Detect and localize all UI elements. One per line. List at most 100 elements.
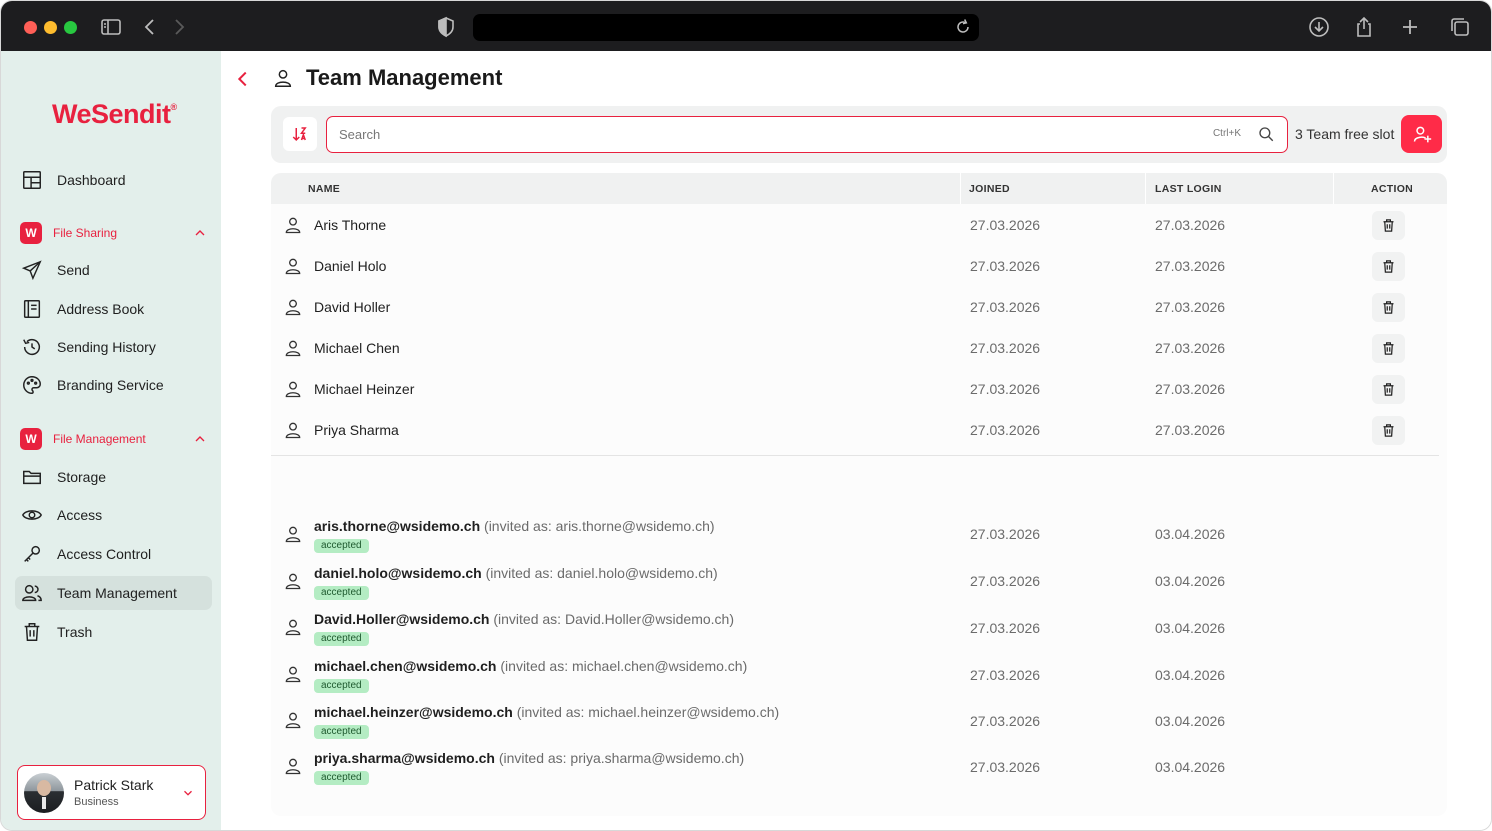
table-row[interactable]: Aris Thorne 27.03.2026 27.03.2026 xyxy=(271,211,1447,251)
address-bar[interactable] xyxy=(473,14,979,41)
sidebar-item-send[interactable]: Send xyxy=(15,253,212,287)
sidebar-item-team-management[interactable]: Team Management xyxy=(15,576,212,610)
joined-date: 27.03.2026 xyxy=(970,217,1041,233)
sidebar-item-sending-history[interactable]: Sending History xyxy=(15,330,212,364)
invite-email: michael.chen@wsidemo.ch xyxy=(314,658,497,674)
column-divider xyxy=(1333,173,1334,204)
new-tab-icon[interactable] xyxy=(1398,15,1422,39)
address-book-icon xyxy=(20,297,44,321)
trash-icon xyxy=(1383,260,1394,273)
wesendit-logo[interactable]: WeSendit® xyxy=(52,99,177,130)
trash-icon xyxy=(1383,301,1394,314)
column-header-last-login[interactable]: LAST LOGIN xyxy=(1155,183,1222,195)
table-row[interactable]: David Holler 27.03.2026 27.03.2026 xyxy=(271,293,1447,333)
tabs-overview-icon[interactable] xyxy=(1448,15,1472,39)
close-window-button[interactable] xyxy=(24,21,37,34)
delete-member-button[interactable] xyxy=(1372,416,1405,445)
user-icon xyxy=(285,340,301,357)
invite-row[interactable]: David.Holler@wsidemo.ch (invited as: Dav… xyxy=(271,611,1447,651)
last-login-date: 03.04.2026 xyxy=(1155,526,1226,542)
sidebar-item-label: Sending History xyxy=(57,339,156,355)
last-login-date: 27.03.2026 xyxy=(1155,340,1226,356)
chevron-down-icon[interactable] xyxy=(181,786,195,800)
sort-icon xyxy=(292,127,307,142)
user-icon xyxy=(285,573,301,590)
search-icon[interactable] xyxy=(1257,125,1275,143)
sidebar: WeSendit® Dashboard W File Sharing Send … xyxy=(1,51,221,830)
palette-icon xyxy=(20,373,44,397)
invite-email: daniel.holo@wsidemo.ch xyxy=(314,565,482,581)
shield-icon[interactable] xyxy=(434,15,458,39)
chevron-up-icon[interactable] xyxy=(192,225,208,241)
invited-as-text: (invited as: David.Holler@wsidemo.ch) xyxy=(493,611,734,627)
folder-icon xyxy=(20,465,44,489)
column-header-joined[interactable]: JOINED xyxy=(969,183,1010,195)
column-divider xyxy=(1145,173,1146,204)
back-arrow-icon[interactable] xyxy=(232,68,254,90)
table-row[interactable]: Michael Heinzer 27.03.2026 27.03.2026 xyxy=(271,375,1447,415)
reload-icon[interactable] xyxy=(953,17,973,37)
last-login-date: 03.04.2026 xyxy=(1155,573,1226,589)
search-input[interactable] xyxy=(339,125,1159,143)
table-row[interactable]: Daniel Holo 27.03.2026 27.03.2026 xyxy=(271,252,1447,292)
send-icon xyxy=(20,258,44,282)
sidebar-item-access-control[interactable]: Access Control xyxy=(15,537,212,571)
sidebar-item-storage[interactable]: Storage xyxy=(15,460,212,494)
user-icon xyxy=(285,619,301,636)
invite-row[interactable]: daniel.holo@wsidemo.ch (invited as: dani… xyxy=(271,565,1447,605)
sidebar-item-branding-service[interactable]: Branding Service xyxy=(15,368,212,402)
maximize-window-button[interactable] xyxy=(64,21,77,34)
team-table: NAME JOINED LAST LOGIN ACTION Aris Thorn… xyxy=(271,173,1447,816)
sidebar-item-label: Team Management xyxy=(57,585,177,601)
delete-member-button[interactable] xyxy=(1372,293,1405,322)
table-row[interactable]: Priya Sharma 27.03.2026 27.03.2026 xyxy=(271,416,1447,456)
delete-member-button[interactable] xyxy=(1372,252,1405,281)
free-slot-count: 3 Team free slot xyxy=(1295,126,1395,142)
last-login-date: 03.04.2026 xyxy=(1155,759,1226,775)
joined-date: 27.03.2026 xyxy=(970,759,1041,775)
back-icon[interactable] xyxy=(138,15,162,39)
wesendit-badge-icon: W xyxy=(20,222,42,244)
sidebar-item-label: Send xyxy=(57,262,90,278)
history-icon xyxy=(20,335,44,359)
member-name: David Holler xyxy=(314,299,391,315)
last-login-date: 03.04.2026 xyxy=(1155,713,1226,729)
user-account-menu[interactable]: Patrick Stark Business xyxy=(17,765,206,820)
section-file-management[interactable]: W File Management xyxy=(15,426,212,452)
sidebar-item-address-book[interactable]: Address Book xyxy=(15,292,212,326)
sidebar-toggle-icon[interactable] xyxy=(99,15,123,39)
status-badge: accepted xyxy=(314,586,369,600)
joined-date: 27.03.2026 xyxy=(970,340,1041,356)
status-badge: accepted xyxy=(314,539,369,553)
joined-date: 27.03.2026 xyxy=(970,713,1041,729)
add-user-button[interactable] xyxy=(1401,115,1442,153)
dashboard-icon xyxy=(20,168,44,192)
section-file-sharing[interactable]: W File Sharing xyxy=(15,220,212,246)
sidebar-item-dashboard[interactable]: Dashboard xyxy=(15,163,212,197)
joined-date: 27.03.2026 xyxy=(970,258,1041,274)
trash-icon xyxy=(1383,219,1394,232)
table-row[interactable]: Michael Chen 27.03.2026 27.03.2026 xyxy=(271,334,1447,374)
sidebar-item-label: Storage xyxy=(57,469,107,485)
invite-row[interactable]: priya.sharma@wsidemo.ch (invited as: pri… xyxy=(271,750,1447,790)
invite-row[interactable]: michael.heinzer@wsidemo.ch (invited as: … xyxy=(271,704,1447,744)
delete-member-button[interactable] xyxy=(1372,375,1405,404)
user-name: Patrick Stark xyxy=(74,777,154,793)
delete-member-button[interactable] xyxy=(1372,334,1405,363)
chevron-up-icon[interactable] xyxy=(192,431,208,447)
invite-email: michael.heinzer@wsidemo.ch xyxy=(314,704,513,720)
invite-row[interactable]: michael.chen@wsidemo.ch (invited as: mic… xyxy=(271,658,1447,698)
last-login-date: 27.03.2026 xyxy=(1155,299,1226,315)
forward-icon[interactable] xyxy=(167,15,191,39)
sidebar-item-trash[interactable]: Trash xyxy=(15,615,212,649)
search-field[interactable]: Ctrl+K xyxy=(326,116,1288,153)
share-icon[interactable] xyxy=(1352,15,1376,39)
sort-button[interactable] xyxy=(283,117,317,151)
sidebar-item-access[interactable]: Access xyxy=(15,498,212,532)
invite-row[interactable]: aris.thorne@wsidemo.ch (invited as: aris… xyxy=(271,518,1447,558)
delete-member-button[interactable] xyxy=(1372,211,1405,240)
column-header-name[interactable]: NAME xyxy=(308,183,340,195)
download-icon[interactable] xyxy=(1307,15,1331,39)
minimize-window-button[interactable] xyxy=(44,21,57,34)
member-name: Michael Chen xyxy=(314,340,400,356)
